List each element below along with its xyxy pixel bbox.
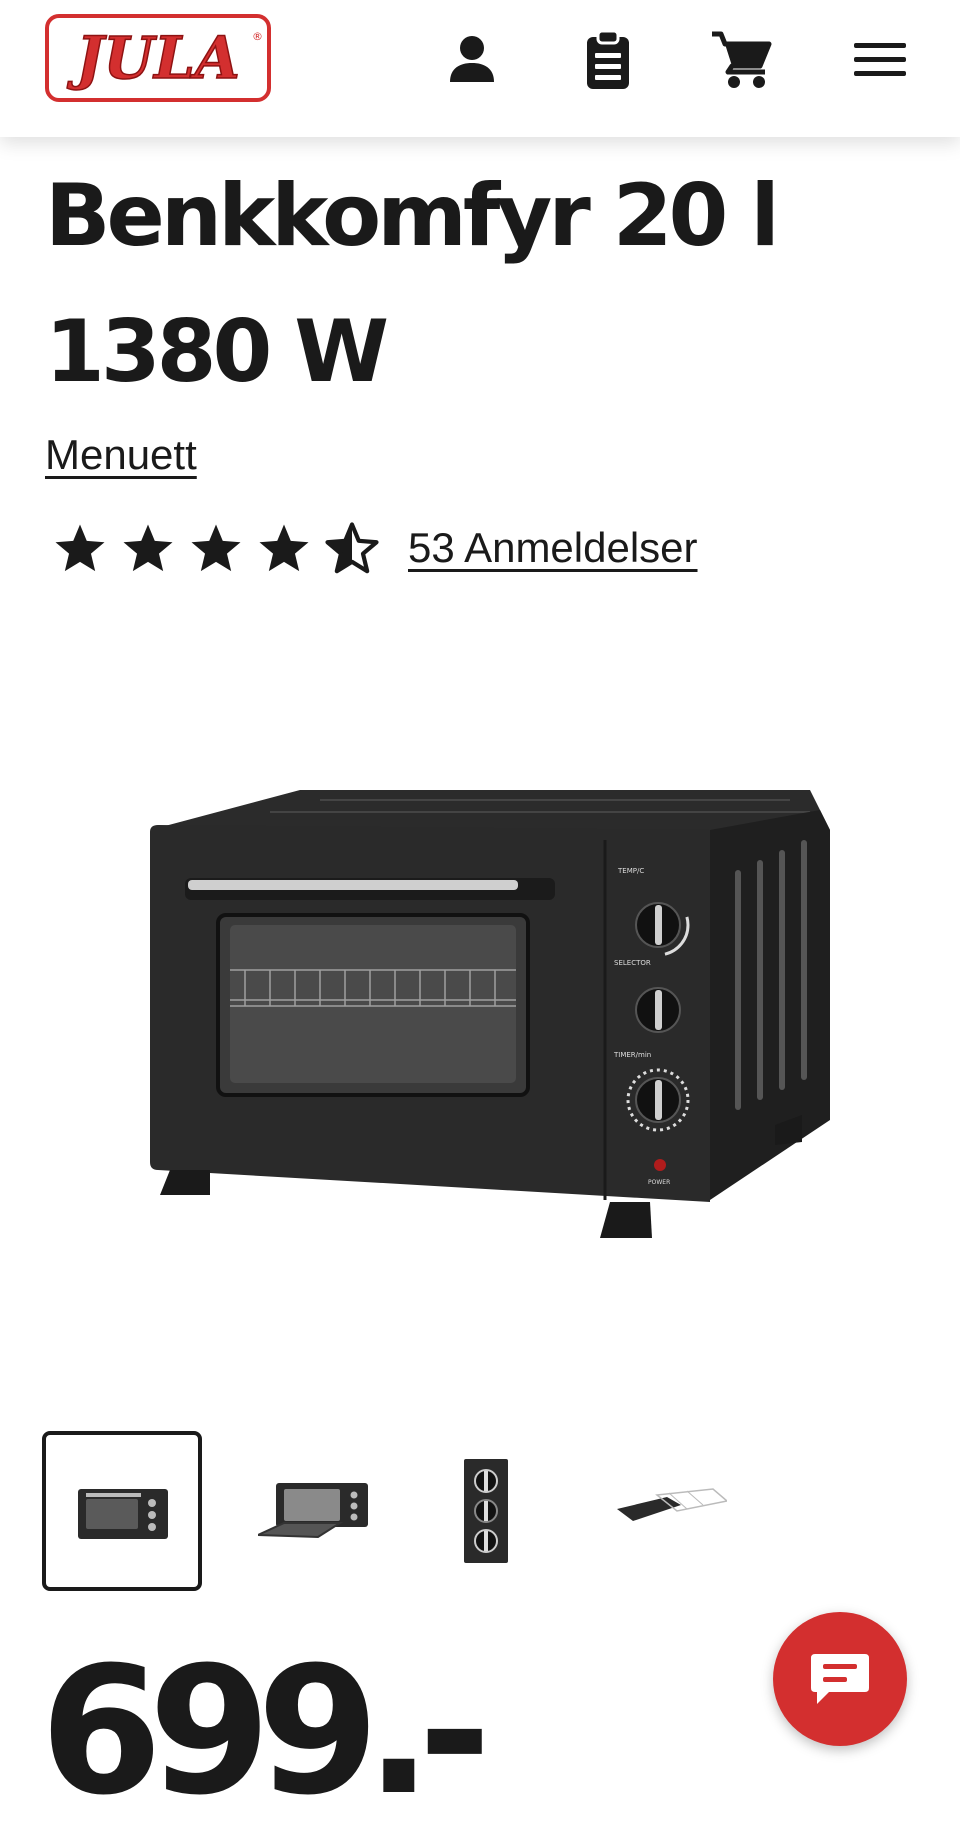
logo-registered-mark: ® — [252, 30, 263, 43]
clipboard-list-icon[interactable] — [576, 28, 640, 92]
site-header: JULA ® — [0, 0, 960, 137]
product-main-image[interactable]: TEMP/C SELECTOR TIMER/min POWER — [130, 770, 830, 1270]
star-full-icon — [55, 524, 105, 572]
cart-icon[interactable] — [709, 28, 773, 92]
star-full-icon — [259, 524, 309, 572]
gallery-thumbnail[interactable] — [605, 1431, 765, 1591]
reviews-link[interactable]: 53 Anmeldelser — [408, 524, 698, 572]
gallery-thumbnail[interactable] — [410, 1431, 570, 1591]
account-icon[interactable] — [440, 28, 504, 92]
star-half-icon — [325, 522, 379, 574]
chat-icon — [811, 1654, 869, 1704]
gallery-thumbnail[interactable] — [240, 1431, 400, 1591]
gallery-thumbnail[interactable] — [42, 1431, 202, 1591]
logo-text: JULA — [66, 24, 240, 92]
menu-icon[interactable] — [848, 28, 912, 92]
jula-logo[interactable]: JULA ® — [45, 14, 271, 102]
brand-link[interactable]: Menuett — [45, 431, 197, 479]
product-price: 699.- — [40, 1629, 491, 1834]
timer-label: TIMER/min — [613, 1051, 651, 1059]
chat-button[interactable] — [773, 1612, 907, 1746]
selector-label: SELECTOR — [614, 959, 651, 967]
star-full-icon — [123, 524, 173, 572]
power-label: POWER — [648, 1179, 670, 1186]
temp-label: TEMP/C — [617, 867, 644, 875]
product-title: Benkkomfyr 20 l 1380 W — [45, 166, 780, 402]
star-full-icon — [191, 524, 241, 572]
